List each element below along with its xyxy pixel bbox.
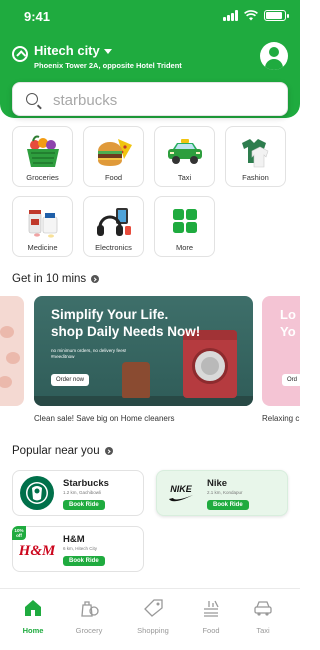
nav-taxi[interactable]: Taxi bbox=[238, 599, 288, 635]
store-card-hm[interactable]: H&M 10% off H&M 6 km, Hitech City Book R… bbox=[12, 526, 144, 572]
taxi-icon bbox=[167, 139, 202, 164]
nav-shopping[interactable]: Shopping bbox=[128, 599, 178, 635]
profile-avatar[interactable] bbox=[260, 42, 288, 70]
washing-machine-illustration bbox=[183, 330, 237, 398]
category-label: Medicine bbox=[27, 243, 58, 252]
location-address: Phoenix Tower 2A, opposite Hotel Trident bbox=[34, 61, 182, 70]
nav-home[interactable]: Home bbox=[8, 599, 58, 635]
svg-text:H&M: H&M bbox=[19, 543, 55, 559]
banner-main[interactable]: Simplify Your Life. shop Daily Needs Now… bbox=[34, 296, 253, 406]
search-bar[interactable] bbox=[12, 82, 288, 116]
section-title-quick[interactable]: Get in 10 mins bbox=[12, 273, 100, 285]
chevron-down-icon bbox=[103, 49, 112, 54]
nav-label: Grocery bbox=[75, 626, 103, 635]
category-label: More bbox=[175, 243, 194, 252]
banner-carousel[interactable]: Simplify Your Life. shop Daily Needs Now… bbox=[0, 296, 300, 408]
location-selector[interactable]: Hitech city bbox=[34, 43, 112, 58]
vase-illustration bbox=[122, 362, 150, 398]
search-icon bbox=[26, 93, 38, 105]
status-bar: 9:41 bbox=[0, 0, 300, 34]
wifi-icon bbox=[244, 10, 258, 21]
category-label: Groceries bbox=[26, 173, 59, 182]
store-card-starbucks[interactable]: Starbucks 1.2 km, Gachibowli Book Ride bbox=[12, 470, 144, 516]
home-icon bbox=[25, 600, 41, 616]
category-electronics[interactable]: Electronics bbox=[83, 196, 144, 257]
nav-food[interactable]: Food bbox=[186, 599, 236, 635]
arrow-right-icon bbox=[91, 275, 100, 283]
book-ride-button[interactable]: Book Ride bbox=[63, 556, 105, 566]
store-meta: 1.2 km, Gachibowli bbox=[63, 490, 102, 495]
battery-icon bbox=[264, 10, 289, 21]
nike-logo-icon: NIKE bbox=[169, 484, 193, 502]
category-label: Food bbox=[104, 173, 123, 182]
burger-icon bbox=[97, 139, 132, 166]
nav-label: Taxi bbox=[256, 626, 270, 635]
category-food[interactable]: Food bbox=[83, 126, 144, 187]
store-meta: 2.1 km, Kondapur bbox=[207, 490, 243, 495]
store-name: Nike bbox=[207, 478, 228, 489]
location-arrow-icon[interactable] bbox=[12, 46, 28, 62]
category-medicine[interactable]: Medicine bbox=[12, 196, 73, 257]
category-label: Taxi bbox=[177, 173, 192, 182]
offer-badge: 10% off bbox=[12, 526, 26, 540]
heart-icon bbox=[0, 326, 14, 338]
bottom-navigation: Home Grocery Shopping Food Taxi bbox=[0, 588, 300, 650]
category-groceries[interactable]: Groceries bbox=[12, 126, 73, 187]
store-meta: 6 km, Hitech City bbox=[63, 546, 98, 551]
cellular-signal-icon bbox=[223, 10, 238, 21]
search-input[interactable] bbox=[53, 89, 273, 111]
nav-label: Food bbox=[202, 626, 220, 635]
headphones-icon bbox=[96, 208, 131, 236]
heart-icon bbox=[6, 352, 20, 364]
book-ride-button[interactable]: Book Ride bbox=[207, 500, 249, 510]
banner-caption: Relaxing c bbox=[262, 414, 300, 423]
category-label: Electronics bbox=[95, 243, 132, 252]
starbucks-logo-icon bbox=[20, 476, 54, 510]
tag-icon bbox=[144, 599, 163, 617]
category-taxi[interactable]: Taxi bbox=[154, 126, 215, 187]
section-title-text: Get in 10 mins bbox=[12, 273, 87, 285]
order-now-button[interactable]: Order now bbox=[51, 374, 90, 386]
nav-grocery[interactable]: Grocery bbox=[64, 599, 114, 635]
banner-caption: Clean sale! Save big on Home cleaners bbox=[34, 414, 175, 423]
heart-icon bbox=[0, 376, 12, 388]
banner-next[interactable]: Lo Yo Ord bbox=[262, 296, 300, 406]
clothes-icon bbox=[241, 139, 268, 168]
section-title-text: Popular near you bbox=[12, 445, 100, 457]
banner-subtext: no minimum orders, no delivery fees! #ne… bbox=[51, 348, 127, 359]
status-icons bbox=[223, 10, 289, 21]
taxi-nav-icon bbox=[254, 601, 272, 616]
book-ride-button[interactable]: Book Ride bbox=[63, 500, 105, 510]
nav-label: Shopping bbox=[137, 626, 169, 635]
store-name: Starbucks bbox=[63, 478, 109, 489]
svg-text:NIKE: NIKE bbox=[170, 484, 192, 494]
nav-label: Home bbox=[22, 626, 44, 635]
order-now-button[interactable]: Ord bbox=[282, 374, 300, 386]
location-city: Hitech city bbox=[34, 43, 100, 58]
grid-icon bbox=[172, 209, 197, 233]
store-card-nike[interactable]: NIKE Nike 2.1 km, Kondapur Book Ride bbox=[156, 470, 288, 516]
category-more[interactable]: More bbox=[154, 196, 215, 257]
grocery-icon bbox=[81, 601, 99, 617]
food-icon bbox=[204, 600, 219, 617]
store-name: H&M bbox=[63, 534, 85, 545]
category-fashion[interactable]: Fashion bbox=[225, 126, 286, 187]
section-title-popular[interactable]: Popular near you bbox=[12, 445, 113, 457]
banner-previous[interactable] bbox=[0, 296, 24, 406]
grocery-basket-icon bbox=[26, 135, 59, 167]
banner-headline: Simplify Your Life. shop Daily Needs Now… bbox=[51, 307, 201, 339]
arrow-right-icon bbox=[104, 447, 113, 455]
status-time: 9:41 bbox=[24, 9, 51, 24]
banner-headline: Lo Yo bbox=[280, 307, 296, 339]
pills-icon bbox=[28, 210, 57, 238]
category-label: Fashion bbox=[242, 173, 269, 182]
